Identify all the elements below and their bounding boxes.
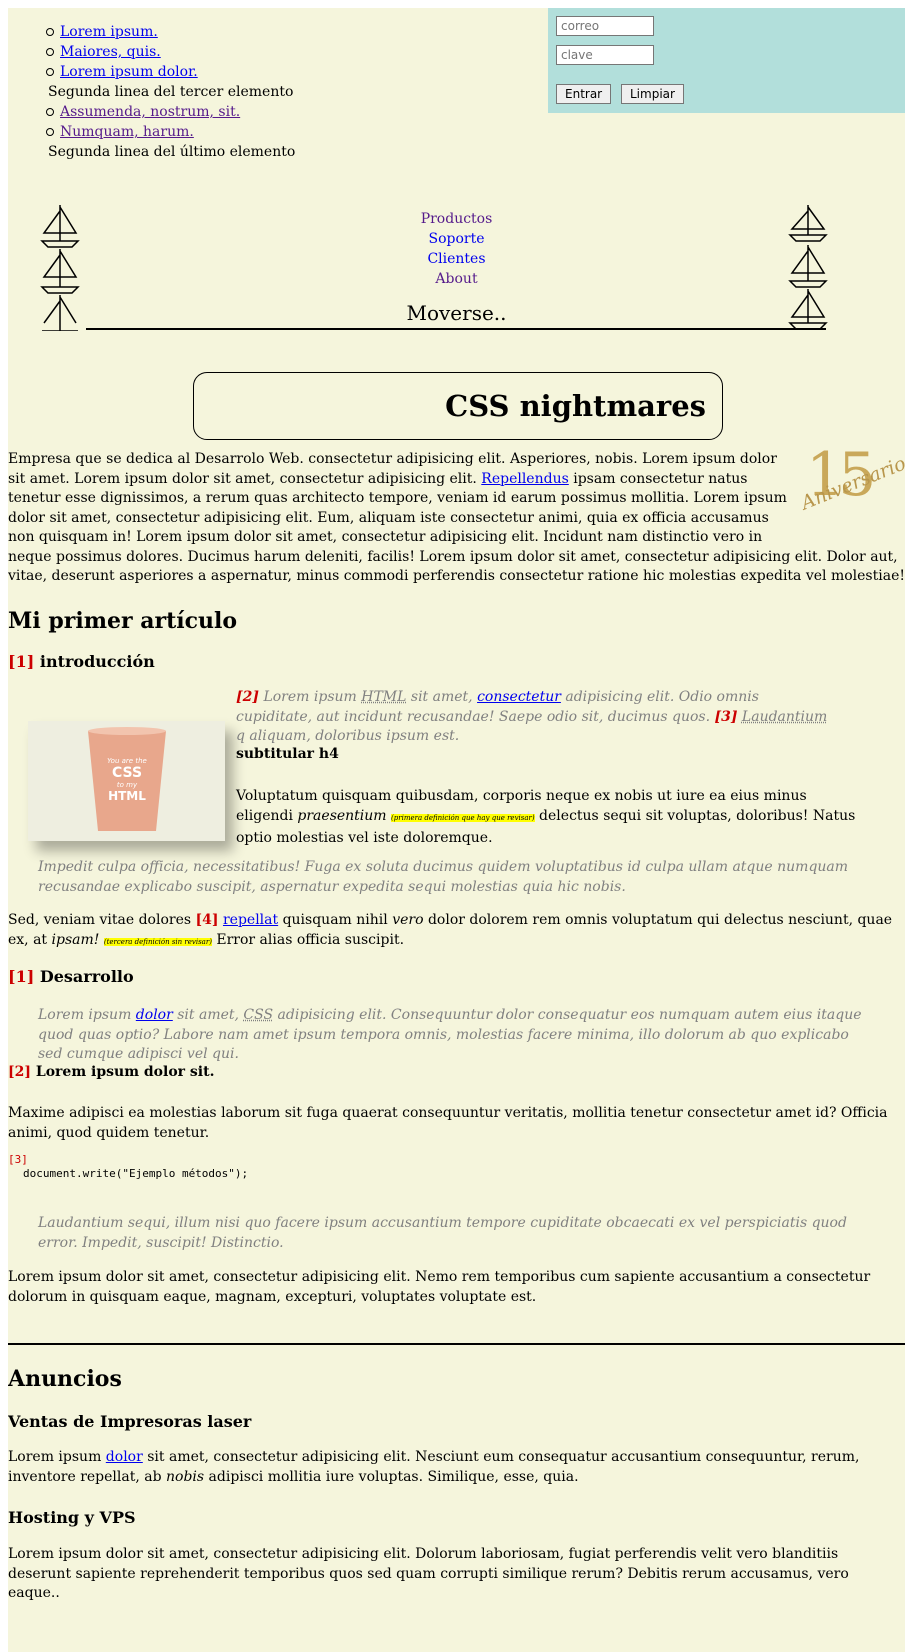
ad-link[interactable]: dolor <box>106 1449 143 1465</box>
quote-text: sit amet, <box>406 689 478 705</box>
intro-link[interactable]: Repellendus <box>481 471 569 487</box>
ad-text: adipisci mollitia iure voluptas. Similiq… <box>204 1468 579 1485</box>
nav-divider <box>86 328 826 330</box>
intro-text-b: ipsam consectetur natus tenetur esse dig… <box>8 470 905 585</box>
password-field[interactable] <box>556 45 654 65</box>
cup-line-2: CSS <box>111 765 143 781</box>
abbr-laudantium[interactable]: Laudantium <box>742 709 827 725</box>
reset-button[interactable]: Limpiar <box>621 84 684 104</box>
quote-text: Lorem ipsum <box>38 1007 136 1023</box>
list-item: Lorem ipsum. <box>8 22 295 42</box>
circle-bullet-icon <box>46 48 54 56</box>
paragraph-3: Sed, veniam vitae dolores [4] repellat q… <box>8 911 905 952</box>
code-block: document.write("Ejemplo métodos"); <box>23 1167 249 1180</box>
cup-line-1: You are the <box>107 757 147 765</box>
ref-4: [4] <box>195 912 219 928</box>
highlight-note: (primera definición que hay que revisar) <box>391 814 535 822</box>
code-ref: [3] <box>8 1153 28 1166</box>
badge-float-space <box>793 450 905 534</box>
quote-text: Lorem ipsum <box>259 689 362 705</box>
quote-link[interactable]: consectetur <box>477 689 561 705</box>
section-heading-intro: [1] introducción <box>8 652 155 671</box>
paragraph-5: Lorem ipsum dolor sit amet, consectetur … <box>8 1269 871 1305</box>
quote-4: Laudantium sequi, illum nisi quo facere … <box>38 1215 847 1251</box>
ad-1-text: Lorem ipsum dolor sit amet, consectetur … <box>8 1448 905 1487</box>
ad-1-title: Ventas de Impresoras laser <box>8 1412 252 1431</box>
list-item-continuation: Segunda linea del tercer elemento <box>48 84 294 100</box>
section-heading-desarrollo: [1] Desarrollo <box>8 967 134 986</box>
nav-about[interactable]: About <box>8 271 905 287</box>
p3-text: quisquam nihil <box>278 912 393 928</box>
section-ref: [1] <box>8 967 35 986</box>
section-heading-lorem: [2] Lorem ipsum dolor sit. <box>8 1064 214 1080</box>
quote-1: [2] Lorem ipsum HTML sit amet, consectet… <box>236 688 836 747</box>
section-ref: [1] <box>8 652 35 671</box>
css-cup-image: You are the CSS to my HTML <box>28 721 225 841</box>
paragraph-4: Maxime adipisci ea molestias laborum sit… <box>8 1105 888 1141</box>
paragraph-2: Voluptatum quisquam quibusdam, corporis … <box>236 786 861 848</box>
list-link-3[interactable]: Lorem ipsum dolor. <box>60 64 198 80</box>
cup-text: You are the CSS to my HTML <box>98 757 156 803</box>
ad-em: nobis <box>166 1468 205 1485</box>
top-list: Lorem ipsum. Maiores, quis. Lorem ipsum … <box>8 22 295 162</box>
subtitle-h4: subtitular h4 <box>236 746 339 762</box>
circle-bullet-icon <box>46 68 54 76</box>
abbr-html[interactable]: HTML <box>361 689 406 705</box>
list-item-continuation: Segunda linea del último elemento <box>48 144 296 160</box>
p3-em: ipsam! <box>51 931 100 948</box>
p3-link[interactable]: repellat <box>223 912 278 928</box>
p2-em: praesentium <box>297 808 387 824</box>
article-title: Mi primer artículo <box>8 608 238 634</box>
ref-2: [2] <box>236 689 259 705</box>
list-link-1[interactable]: Lorem ipsum. <box>60 24 158 40</box>
quote-link[interactable]: dolor <box>136 1007 173 1023</box>
p3-text: Error alias officia suscipit. <box>211 931 405 948</box>
list-item: Lorem ipsum dolor. <box>8 62 295 82</box>
quote-text: sit amet, <box>172 1007 244 1023</box>
ads-title: Anuncios <box>8 1366 122 1392</box>
page: Lorem ipsum. Maiores, quis. Lorem ipsum … <box>8 8 905 1652</box>
abbr-css[interactable]: CSS <box>243 1007 273 1023</box>
circle-bullet-icon <box>46 128 54 136</box>
email-field[interactable] <box>556 16 654 36</box>
ad-2-title: Hosting y VPS <box>8 1508 136 1527</box>
circle-bullet-icon <box>46 108 54 116</box>
section-ref: [2] <box>8 1064 31 1080</box>
main-nav: Productos Soporte Clientes About Moverse… <box>8 203 905 333</box>
circle-bullet-icon <box>46 28 54 36</box>
p3-em: vero <box>392 912 424 928</box>
nav-caption: Moverse.. <box>406 301 507 325</box>
list-link-2[interactable]: Maiores, quis. <box>60 44 161 60</box>
quote-2: Impedit culpa officia, necessitatibus! F… <box>38 859 849 895</box>
list-item: Assumenda, nostrum, sit. <box>8 102 295 122</box>
cup-line-3: to my <box>116 781 138 789</box>
login-form: Entrar Limpiar <box>548 8 905 113</box>
page-title: CSS nightmares <box>193 372 723 440</box>
section-divider <box>8 1343 905 1345</box>
quote-3: Lorem ipsum dolor sit amet, CSS adipisic… <box>38 1006 868 1065</box>
section-title: Lorem ipsum dolor sit. <box>35 1064 215 1080</box>
ad-2-text: Lorem ipsum dolor sit amet, consectetur … <box>8 1546 849 1601</box>
list-link-4[interactable]: Assumenda, nostrum, sit. <box>60 104 240 120</box>
highlight-note: (tercera definición sin revisar) <box>103 937 212 946</box>
list-link-5[interactable]: Numquam, harum. <box>60 124 194 140</box>
section-title: Desarrollo <box>39 967 134 986</box>
section-title: introducción <box>39 652 155 671</box>
p3-text: Sed, veniam vitae dolores <box>8 912 196 928</box>
quote-text: q aliquam, doloribus ipsum est. <box>236 728 460 744</box>
login-button[interactable]: Entrar <box>556 84 612 104</box>
nav-productos[interactable]: Productos <box>8 211 905 227</box>
list-item: Numquam, harum. <box>8 122 295 142</box>
intro-paragraph: Empresa que se dedica al Desarrolo Web. … <box>8 450 905 587</box>
cup-line-4: HTML <box>108 789 146 803</box>
ad-text: Lorem ipsum <box>8 1449 106 1465</box>
list-item: Maiores, quis. <box>8 42 295 62</box>
nav-soporte[interactable]: Soporte <box>8 231 905 247</box>
nav-clientes[interactable]: Clientes <box>8 251 905 267</box>
ref-3: [3] <box>714 708 738 725</box>
